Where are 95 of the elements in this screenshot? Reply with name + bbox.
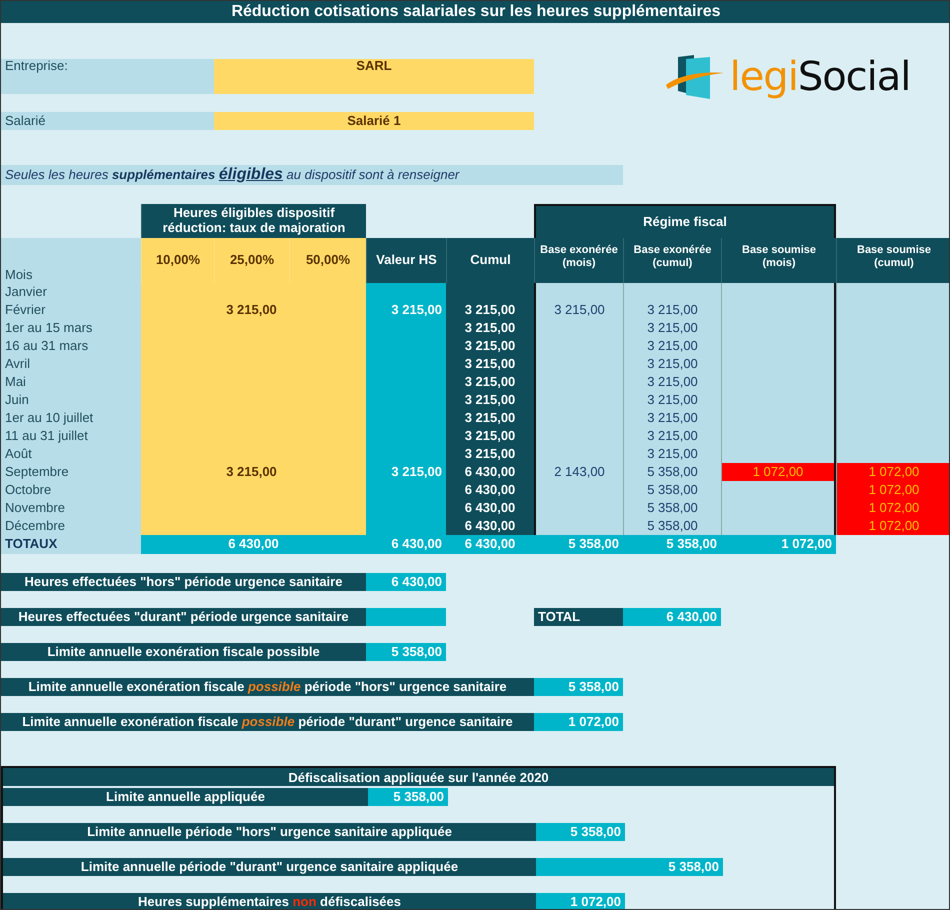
- month-label: Novembre: [4, 499, 66, 517]
- row-label: Limite annuelle exonération fiscale possible période "hors" urgence sanitaire: [1, 678, 534, 696]
- month-label: 1er au 10 juillet: [4, 409, 94, 427]
- month-label: 16 au 31 mars: [4, 337, 90, 355]
- group-header: Heures éligibles dispositif réduction: taux de majoration: [141, 204, 366, 238]
- table-cell: 3 215,00: [623, 337, 721, 355]
- field-label: Entreprise:: [1, 59, 214, 94]
- table-cell: 1 072,00: [836, 517, 949, 535]
- group-header: Régime fiscal: [534, 204, 836, 238]
- total-value: 6 430,00: [623, 608, 721, 626]
- row-label: Heures supplémentaires non défiscalisées: [3, 893, 536, 909]
- table-cell: 5 358,00: [623, 481, 721, 499]
- table-cell-text: 3 215,00: [464, 355, 516, 373]
- table-cell: 3 215,00: [623, 427, 721, 445]
- total-cell: 6 430,00: [446, 535, 534, 554]
- notice-text: Seules les heures supplémentaires éligibles au dispositif sont à renseigner: [1, 165, 623, 185]
- table-cell-text: 3 215,00: [225, 301, 278, 319]
- value-cell: 5 358,00: [366, 643, 446, 661]
- row-label: Limite annuelle période "hors" urgence sanitaire appliquée: [3, 823, 536, 841]
- totals-label: TOTAUX: [4, 535, 58, 554]
- total-cell: 6 430,00: [366, 535, 446, 554]
- table-cell: 1 072,00: [836, 499, 949, 517]
- table-cell: 3 215,00: [623, 319, 721, 337]
- logo-text: legiSocial: [730, 54, 910, 100]
- table-cell-text: 3 215,00: [464, 337, 516, 355]
- table-cell-text: 3 215,00: [464, 373, 516, 391]
- row-label: Limite annuelle exonération fiscale possible: [1, 643, 366, 661]
- table-cell: 3 215,00: [623, 409, 721, 427]
- row-label: Heures effectuées "hors" période urgence sanitaire: [1, 573, 366, 591]
- month-label: Avril: [4, 355, 32, 373]
- column-header: 25,00%: [214, 238, 289, 283]
- table-cell-text: 6 430,00: [464, 517, 516, 535]
- column-header: Mois: [4, 266, 34, 283]
- column-header: 10,00%: [141, 238, 214, 283]
- column-header: Cumul: [446, 238, 534, 283]
- table-cell-text: 3 215,00: [225, 463, 278, 481]
- table-cell-text: 3 215,00: [464, 391, 516, 409]
- table-cell: 1 072,00: [836, 463, 949, 481]
- value-cell: 5 358,00: [368, 788, 448, 806]
- value-cell: 5 358,00: [536, 823, 625, 841]
- month-label: Juin: [4, 391, 30, 409]
- value-cell: 5 358,00: [534, 678, 623, 696]
- table-cell-text: 3 215,00: [464, 409, 516, 427]
- row-label: Heures effectuées "durant" période urgence sanitaire: [1, 608, 366, 626]
- month-label: Janvier: [4, 283, 48, 301]
- section-title: Défiscalisation appliquée sur l'année 2020: [3, 768, 834, 786]
- column-header: Valeur HS: [366, 238, 446, 283]
- field-value: Salarié 1: [214, 112, 534, 130]
- table-cell-text: 6 430,00: [464, 463, 516, 481]
- total-cell: 1 072,00: [721, 535, 836, 554]
- table-cell: 1 072,00: [836, 481, 949, 499]
- month-label: Septembre: [4, 463, 70, 481]
- table-cell-text: 6 430,00: [464, 481, 516, 499]
- table-cell-text: 3 215,00: [464, 427, 516, 445]
- table-cell: 3 215,00: [534, 301, 623, 319]
- column-header: Base soumise (mois): [721, 238, 836, 283]
- field-value: SARL: [214, 59, 534, 94]
- table-cell-text: 6 430,00: [464, 499, 516, 517]
- table-cell: 1 072,00: [721, 463, 836, 481]
- value-cell: 1 072,00: [536, 893, 625, 909]
- table-cell-text: 3 215,00: [464, 301, 516, 319]
- total-label: TOTAL: [534, 608, 623, 626]
- column-header: Base soumise (cumul): [836, 238, 949, 283]
- sheet-title: Réduction cotisations salariales sur les heures supplémentaires: [1, 1, 949, 23]
- total-cell: 5 358,00: [623, 535, 721, 554]
- total-cell: 5 358,00: [534, 535, 623, 554]
- value-cell: 5 358,00: [536, 858, 723, 876]
- field-label: Salarié: [1, 112, 214, 130]
- month-label: Octobre: [4, 481, 52, 499]
- month-label: Mai: [4, 373, 27, 391]
- table-cell: 3 215,00: [623, 355, 721, 373]
- table-cell: 2 143,00: [534, 463, 623, 481]
- month-label: 1er au 15 mars: [4, 319, 94, 337]
- month-label: Février: [4, 301, 46, 319]
- row-label: Limite annuelle appliquée: [3, 788, 368, 806]
- value-cell: 6 430,00: [366, 573, 446, 591]
- table-cell-text: 3 215,00: [390, 463, 443, 481]
- column-header: Base exonérée (cumul): [623, 238, 721, 283]
- month-label: Décembre: [4, 517, 66, 535]
- month-label: 11 au 31 juillet: [4, 427, 89, 445]
- table-cell: 3 215,00: [623, 301, 721, 319]
- column-header: Base exonérée (mois): [534, 238, 623, 283]
- row-label: Limite annuelle période "durant" urgence sanitaire appliquée: [3, 858, 536, 876]
- value-cell: 1 072,00: [534, 713, 623, 731]
- table-cell-text: 3 215,00: [464, 319, 516, 337]
- table-cell-text: 3 215,00: [390, 301, 443, 319]
- table-cell: 3 215,00: [623, 391, 721, 409]
- column-header: 50,00%: [289, 238, 366, 283]
- total-cell: 6 430,00: [141, 535, 366, 554]
- table-cell: 3 215,00: [623, 445, 721, 463]
- table-cell-text: 3 215,00: [464, 445, 516, 463]
- table-cell: 5 358,00: [623, 499, 721, 517]
- row-label: Limite annuelle exonération fiscale possible période "durant" urgence sanitaire: [1, 713, 534, 731]
- table-cell: 3 215,00: [623, 373, 721, 391]
- month-label: Août: [4, 445, 33, 463]
